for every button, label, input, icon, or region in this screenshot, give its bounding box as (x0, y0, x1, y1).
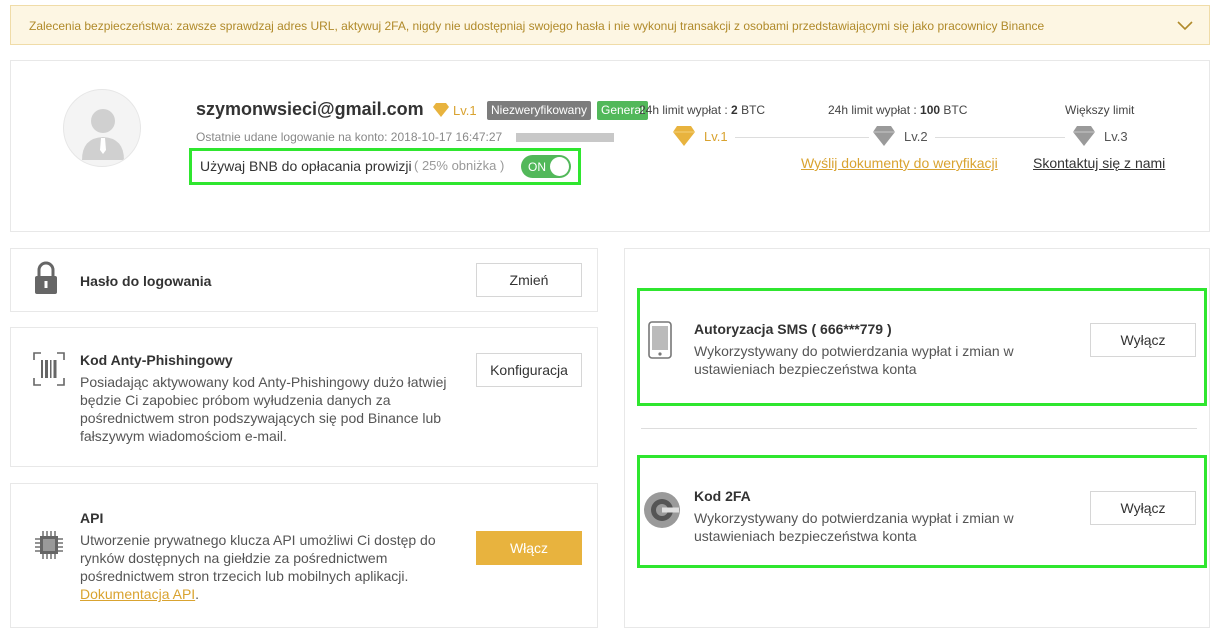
api-description: Utworzenie prywatnego klucza API umożliw… (80, 531, 460, 603)
diamond-icon (673, 126, 695, 146)
user-avatar-icon (82, 109, 124, 160)
tfa-description: Wykorzystywany do potwierdzania wypłat i… (694, 509, 1074, 545)
password-title: Hasło do logowania (80, 273, 212, 289)
antiphishing-description: Posiadając aktywowany kod Anty-Phishingo… (80, 373, 460, 445)
api-desc-line-4: Dokumentacja API. (80, 585, 460, 603)
toggle-state-label: ON (528, 160, 546, 174)
password-card: Hasło do logowania Zmień (10, 248, 598, 312)
section-divider (641, 428, 1197, 429)
phone-icon (648, 321, 672, 359)
limit-lv2-label: 24h limit wypłat : (828, 103, 921, 117)
api-docs-link[interactable]: Dokumentacja API (80, 586, 195, 602)
account-level: Lv.1 (453, 103, 477, 118)
toggle-knob (550, 157, 569, 176)
diamond-icon (433, 103, 449, 117)
sms-desc-line: Wykorzystywany do potwierdzania wypłat i… (694, 343, 1014, 359)
antiphishing-desc-line: Posiadając aktywowany kod Anty-Phishingo… (80, 374, 447, 390)
tfa-title: Kod 2FA (694, 488, 751, 504)
security-notice-text: Zalecenia bezpieczeństwa: zawsze sprawdz… (29, 19, 1045, 33)
api-desc-line: rynków dostępnych na giełdzie za pośredn… (80, 550, 388, 566)
sms-desc-line: ustawieniach bezpieczeństwa konta (694, 361, 917, 377)
two-factor-card: Autoryzacja SMS ( 666***779 ) Wykorzysty… (624, 248, 1210, 628)
track-line-2 (935, 137, 1065, 138)
status-badge-unverified: Niezweryfikowany (487, 101, 592, 120)
antiphishing-desc-line: pośrednictwem stron podszywających się p… (80, 410, 442, 426)
chevron-down-icon[interactable] (1175, 16, 1195, 36)
antiphishing-desc-line: fałszywym wiadomościom e-mail. (80, 428, 287, 444)
limit-lv1: 24h limit wypłat : 2 BTC (639, 103, 765, 117)
limit-lv2: 24h limit wypłat : 100 BTC (828, 103, 967, 117)
profile-card: szymonwsieci@gmail.com Lv.1 Niezweryfiko… (10, 60, 1210, 232)
antiphishing-desc-line: będzie Ci zapobiec próbom wyłudzenia dan… (80, 392, 391, 408)
account-email: szymonwsieci@gmail.com (196, 99, 424, 119)
barcode-icon (33, 352, 65, 386)
antiphishing-title: Kod Anty-Phishingowy (80, 352, 233, 368)
contact-us-link[interactable]: Skontaktuj się z nami (1033, 155, 1165, 171)
track-line-1 (735, 137, 869, 138)
api-desc-line: Utworzenie prywatnego klucza API umożliw… (80, 532, 436, 548)
limit-lv2-value: 100 (920, 103, 941, 117)
enable-api-button[interactable]: Włącz (476, 531, 582, 565)
track-lv1: Lv.1 (704, 129, 728, 144)
antiphishing-card: Kod Anty-Phishingowy Posiadając aktywowa… (10, 327, 598, 467)
google-authenticator-icon (644, 492, 680, 528)
limit-lv3: Większy limit (1065, 103, 1135, 117)
chip-icon (35, 531, 63, 559)
change-password-button[interactable]: Zmień (476, 263, 582, 297)
sms-auth-description: Wykorzystywany do potwierdzania wypłat i… (694, 342, 1074, 378)
security-notice: Zalecenia bezpieczeństwa: zawsze sprawdz… (10, 5, 1210, 45)
disable-2fa-button[interactable]: Wyłącz (1090, 491, 1196, 525)
bnb-fee-option: Używaj BNB do opłacania prowizji ( 25% o… (189, 148, 581, 185)
limit-lv1-unit: BTC (737, 103, 766, 117)
api-desc-line: pośrednictwem stron trzecich lub mobilny… (80, 568, 409, 584)
limit-lv2-unit: BTC (940, 103, 968, 117)
send-documents-link[interactable]: Wyślij dokumenty do weryfikacji (801, 155, 998, 171)
disable-sms-button[interactable]: Wyłącz (1090, 323, 1196, 357)
diamond-icon (873, 126, 895, 146)
tfa-desc-line: ustawieniach bezpieczeństwa konta (694, 528, 917, 544)
bnb-fee-label: Używaj BNB do opłacania prowizji (200, 158, 412, 174)
sms-auth-title: Autoryzacja SMS ( 666***779 ) (694, 321, 892, 337)
bnb-fee-toggle[interactable]: ON (521, 155, 571, 178)
redacted-ip-bar (516, 133, 614, 142)
limit-lv1-label: 24h limit wypłat : (639, 103, 732, 117)
bnb-discount-text: ( 25% obniżka ) (414, 158, 505, 173)
avatar (63, 89, 141, 167)
diamond-icon (1073, 126, 1095, 146)
configure-antiphishing-button[interactable]: Konfiguracja (476, 353, 582, 387)
api-docs-period: . (195, 586, 200, 602)
track-lv3: Lv.3 (1104, 129, 1128, 144)
lock-icon (35, 261, 57, 294)
track-lv2: Lv.2 (904, 129, 928, 144)
api-title: API (80, 510, 104, 526)
tfa-desc-line: Wykorzystywany do potwierdzania wypłat i… (694, 510, 1014, 526)
limit-lv1-value: 2 (731, 103, 738, 117)
api-card: API Utworzenie prywatnego klucza API umo… (10, 483, 598, 628)
last-login-text: Ostatnie udane logowanie na konto: 2018-… (196, 130, 503, 144)
